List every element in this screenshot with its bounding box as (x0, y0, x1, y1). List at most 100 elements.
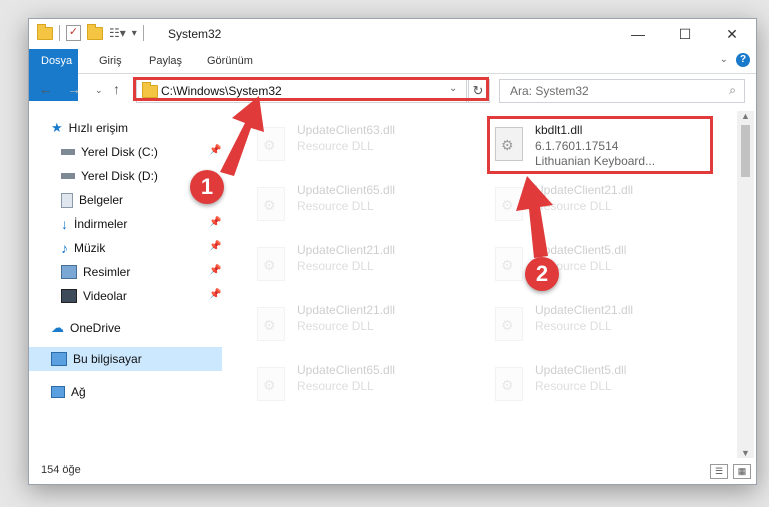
up-arrow-icon[interactable]: ↑ (113, 81, 120, 97)
pin-icon: 📌 (209, 217, 222, 228)
list-item[interactable]: UpdateClient21.dll Resource DLL (487, 297, 717, 349)
new-folder-icon[interactable] (87, 23, 103, 40)
sidebar-item-downloads[interactable]: ↓ İndirmeler (61, 213, 127, 235)
sidebar-item-music[interactable]: ♪ Müzik (61, 237, 105, 259)
details-view-icon[interactable]: ☰ (710, 464, 728, 479)
dll-file-icon (257, 367, 285, 401)
file-name: UpdateClient65.dll (297, 363, 396, 377)
tab-share[interactable]: Paylaş (139, 49, 192, 73)
list-item[interactable]: UpdateClient65.dll Resource DLL (249, 357, 479, 409)
quick-access-toolbar: ✓ ☷▾ ▾ (37, 23, 144, 41)
explorer-window: ✓ ☷▾ ▾ System32 — ☐ ✕ Dosya Giriş Paylaş… (28, 18, 757, 485)
sidebar-item-disk-d[interactable]: Yerel Disk (D:) (61, 165, 158, 187)
dll-file-icon (495, 307, 523, 341)
scrollbar-thumb[interactable] (741, 125, 750, 177)
navigation-pane: ★ Hızlı erişim Yerel Disk (C:) 📌 Yerel D… (29, 111, 222, 461)
videos-icon (61, 289, 77, 303)
file-name: UpdateClient21.dll (297, 243, 396, 257)
forward-arrow-icon[interactable]: → (67, 81, 81, 97)
ribbon-expand-icon[interactable]: ⌄ (720, 54, 728, 65)
customize-toolbar-icon[interactable]: ☷▾ (109, 26, 126, 40)
file-type: Resource DLL (297, 379, 374, 393)
file-type: Resource DLL (535, 319, 612, 333)
divider (59, 25, 60, 41)
file-type: Resource DLL (535, 379, 612, 393)
sidebar-item-label: Yerel Disk (C:) (81, 145, 158, 159)
back-arrow-icon[interactable]: ← (39, 81, 53, 97)
file-name: UpdateClient21.dll (535, 303, 634, 317)
sidebar-item-pictures[interactable]: Resimler (61, 261, 130, 283)
sidebar-item-videos[interactable]: Videolar (61, 285, 127, 307)
tab-view[interactable]: Görünüm (197, 49, 263, 73)
sidebar-item-label: Belgeler (79, 193, 124, 207)
scroll-down-icon[interactable]: ▼ (741, 448, 750, 458)
tiles-view-icon[interactable]: ▦ (733, 464, 751, 479)
recent-locations-icon[interactable]: ⌄ (95, 85, 103, 96)
sidebar-item-label: İndirmeler (74, 217, 128, 231)
file-name: UpdateClient21.dll (297, 303, 396, 317)
sidebar-item-label: Müzik (74, 241, 106, 255)
annotation-highlight-address (133, 77, 489, 101)
sidebar-item-documents[interactable]: Belgeler (61, 189, 123, 211)
sidebar-item-this-pc[interactable]: Bu bilgisayar (51, 348, 142, 370)
file-type: Resource DLL (297, 139, 374, 153)
dll-file-icon (495, 367, 523, 401)
tab-home[interactable]: Giriş (89, 49, 132, 73)
item-count: 154 öğe (41, 464, 81, 476)
file-type: Resource DLL (297, 319, 374, 333)
list-item[interactable]: UpdateClient63.dll Resource DLL (249, 117, 479, 169)
sidebar-item-label: Yerel Disk (D:) (81, 169, 158, 183)
list-item[interactable]: UpdateClient21.dll Resource DLL (249, 237, 479, 289)
sidebar-item-onedrive[interactable]: ☁ OneDrive (51, 317, 121, 339)
sidebar-item-quick-access[interactable]: ★ Hızlı erişim (51, 117, 128, 139)
dll-file-icon (495, 187, 523, 221)
maximize-button[interactable]: ☐ (662, 19, 708, 49)
sidebar-item-label: Videolar (83, 289, 127, 303)
drive-icon (61, 149, 75, 155)
computer-icon (51, 352, 67, 366)
properties-icon[interactable]: ✓ (66, 25, 81, 41)
folder-icon (37, 23, 53, 40)
search-icon[interactable]: ⌕ (729, 83, 736, 98)
drive-icon (61, 173, 75, 179)
dll-file-icon (257, 307, 285, 341)
list-item[interactable]: UpdateClient5.dll Resource DLL (487, 237, 717, 289)
list-item[interactable]: UpdateClient65.dll Resource DLL (249, 177, 479, 229)
file-type: Resource DLL (297, 199, 374, 213)
file-name: UpdateClient5.dll (535, 243, 627, 257)
status-bar: 154 öğe ☰ ▦ (29, 460, 756, 484)
pin-icon: 📌 (209, 289, 222, 300)
step-badge-2: 2 (525, 257, 559, 291)
pin-icon: 📌 (209, 145, 222, 156)
minimize-button[interactable]: — (615, 19, 661, 49)
documents-icon (61, 192, 73, 208)
search-box[interactable]: Ara: System32 ⌕ (499, 79, 745, 103)
file-type: Resource DLL (535, 199, 612, 213)
help-icon[interactable]: ? (736, 53, 750, 67)
sidebar-item-label: Hızlı erişim (68, 121, 128, 135)
sidebar-item-label: Bu bilgisayar (73, 352, 142, 366)
file-name: UpdateClient65.dll (297, 183, 396, 197)
sidebar-item-label: Ağ (71, 385, 86, 399)
pin-icon: 📌 (209, 265, 222, 276)
sidebar-item-network[interactable]: Ağ (51, 381, 86, 403)
qat-dropdown-icon[interactable]: ▾ (132, 28, 137, 39)
sidebar-item-disk-c[interactable]: Yerel Disk (C:) (61, 141, 158, 163)
search-placeholder: Ara: System32 (510, 84, 589, 98)
window-title: System32 (168, 27, 222, 41)
close-button[interactable]: ✕ (709, 19, 755, 49)
list-item[interactable]: UpdateClient21.dll Resource DLL (487, 177, 717, 229)
music-icon: ♪ (61, 240, 68, 256)
navigation-bar: ← → ⌄ ↑ C:\Windows\System32 ⌄ ↻ Ara: Sys… (29, 74, 756, 108)
scroll-up-icon[interactable]: ▲ (741, 111, 750, 121)
star-icon: ★ (51, 120, 63, 135)
vertical-scrollbar[interactable]: ▲ ▼ (737, 111, 754, 458)
dll-file-icon (257, 187, 285, 221)
list-item[interactable]: UpdateClient5.dll Resource DLL (487, 357, 717, 409)
ribbon-tabs: Dosya Giriş Paylaş Görünüm ⌄ ? (29, 49, 756, 101)
list-item[interactable]: UpdateClient21.dll Resource DLL (249, 297, 479, 349)
network-icon (51, 386, 65, 398)
annotation-highlight-file (487, 116, 713, 174)
step-badge-1: 1 (190, 170, 224, 204)
cloud-icon: ☁ (51, 320, 64, 335)
